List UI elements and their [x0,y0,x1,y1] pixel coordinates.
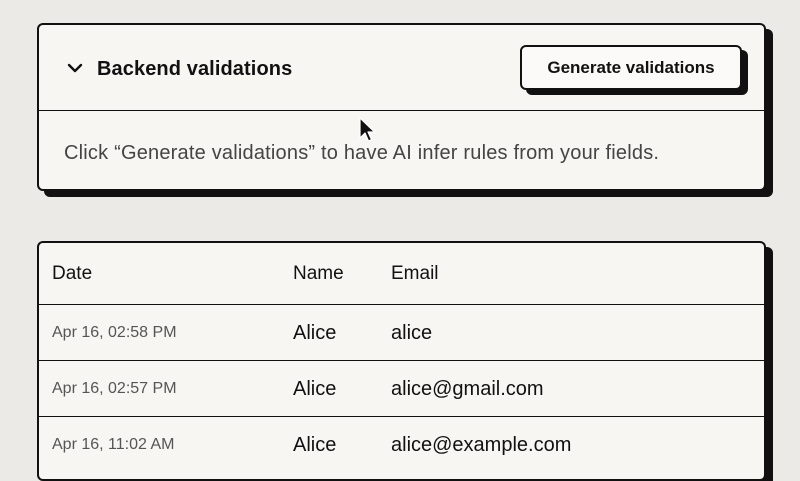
row-date: Apr 16, 11:02 AM [52,436,175,453]
row-date: Apr 16, 02:58 PM [52,324,177,341]
table-row[interactable]: Apr 16, 02:57 PM Alice alice@gmail.com [39,361,764,417]
row-name: Alice [293,378,337,400]
column-header-email[interactable]: Email [391,263,439,285]
mouse-cursor-icon [359,117,376,142]
backend-validations-title: Backend validations [97,58,293,80]
generate-validations-button[interactable]: Generate validations [520,45,742,90]
table-row[interactable]: Apr 16, 02:58 PM Alice alice [39,305,764,361]
table-row[interactable]: Apr 16, 11:02 AM Alice alice@example.com [39,417,764,473]
column-header-name[interactable]: Name [293,263,344,285]
backend-validations-panel: Backend validations Generate validations… [37,23,766,191]
table-header-row: Date Name Email [39,243,764,305]
row-email: alice [391,322,433,344]
row-name: Alice [293,434,337,456]
row-date: Apr 16, 02:57 PM [52,380,177,397]
backend-validations-header[interactable]: Backend validations Generate validations [39,25,764,111]
validations-hint: Click “Generate validations” to have AI … [64,142,660,164]
chevron-down-icon[interactable] [65,58,85,78]
row-email: alice@example.com [391,434,572,456]
row-email: alice@gmail.com [391,378,544,400]
row-name: Alice [293,322,337,344]
column-header-date[interactable]: Date [52,263,92,285]
submissions-table: Date Name Email Apr 16, 02:58 PM Alice a… [37,241,766,481]
